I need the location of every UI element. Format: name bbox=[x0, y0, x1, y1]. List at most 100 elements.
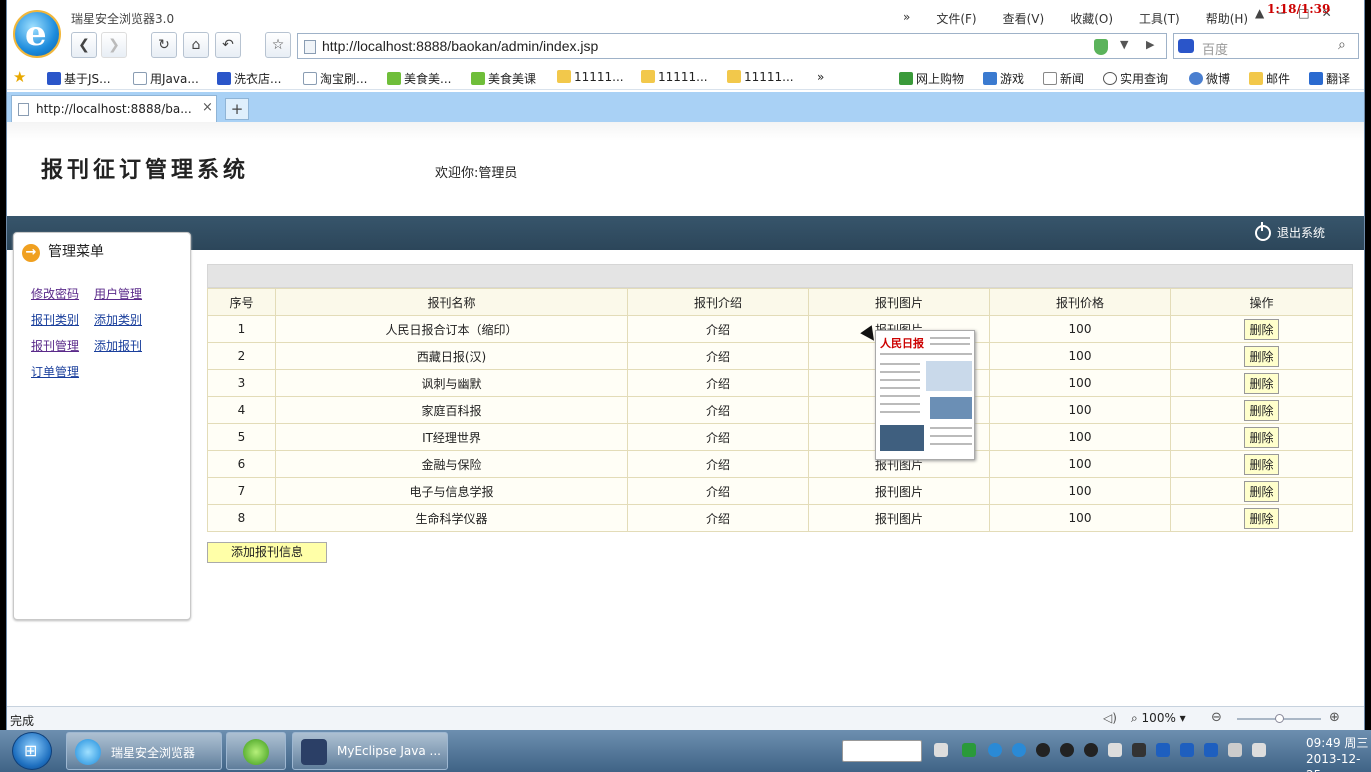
menu-file[interactable]: 文件(F) bbox=[936, 10, 976, 27]
zoom-slider-thumb[interactable] bbox=[1275, 714, 1284, 723]
qq-icon[interactable] bbox=[1036, 743, 1050, 757]
quick-link-query[interactable]: 实用查询 bbox=[1103, 70, 1168, 87]
search-icon[interactable]: ⌕ bbox=[1338, 37, 1346, 53]
delete-button[interactable]: 删除 bbox=[1244, 453, 1279, 475]
cell-intro[interactable]: 介绍 bbox=[627, 342, 809, 370]
add-periodical-button[interactable]: 添加报刊信息 bbox=[207, 542, 327, 563]
close-icon[interactable]: × bbox=[202, 100, 213, 115]
quick-link-shopping[interactable]: 网上购物 bbox=[899, 70, 964, 87]
taskbar-item-myeclipse[interactable]: MyEclipse Java ... bbox=[292, 732, 448, 770]
menu-link-user-management[interactable]: 用户管理 bbox=[94, 285, 142, 302]
delete-button[interactable]: 删除 bbox=[1244, 345, 1279, 367]
favorite-item[interactable]: 洗衣店... bbox=[217, 70, 281, 87]
tray-app-icon[interactable] bbox=[1132, 743, 1146, 757]
zoom-in-icon[interactable]: ⊕ bbox=[1329, 710, 1340, 725]
tray-app-icon[interactable] bbox=[962, 743, 976, 757]
system-clock[interactable]: 09:49 周三 2013-12-25 bbox=[1306, 735, 1371, 772]
favorite-star-button[interactable]: ☆ bbox=[265, 32, 291, 58]
security-shield-icon[interactable] bbox=[1094, 39, 1108, 55]
favorite-item[interactable]: 淘宝刷... bbox=[303, 70, 367, 87]
favorites-more[interactable]: » bbox=[817, 70, 824, 84]
delete-button[interactable]: 删除 bbox=[1244, 399, 1279, 421]
keyboard-icon[interactable] bbox=[934, 743, 948, 757]
delete-button[interactable]: 删除 bbox=[1244, 507, 1279, 529]
quick-link-weibo[interactable]: 微博 bbox=[1189, 70, 1230, 87]
zoom-out-icon[interactable]: ⊖ bbox=[1211, 710, 1222, 725]
start-button[interactable]: ⊞ bbox=[12, 732, 52, 770]
favorite-folder[interactable]: 11111... bbox=[727, 70, 794, 84]
cell-price: 100 bbox=[989, 477, 1171, 505]
search-box[interactable]: 百度 ⌕ bbox=[1173, 33, 1359, 59]
zoom-level[interactable]: ⌕ 100% ▾ bbox=[1131, 711, 1186, 726]
search-input[interactable]: 百度 bbox=[1202, 39, 1228, 58]
home-button[interactable]: ⌂ bbox=[183, 32, 209, 58]
cell-intro[interactable]: 介绍 bbox=[627, 396, 809, 424]
logout-link[interactable]: 退出系统 bbox=[1255, 222, 1325, 241]
menu-link-categories[interactable]: 报刊类别 bbox=[31, 311, 79, 328]
favorite-item[interactable]: 基于JS... bbox=[47, 70, 111, 87]
cell-image[interactable]: 报刊图片 bbox=[808, 504, 990, 532]
favorite-item[interactable]: 美食美... bbox=[387, 70, 451, 87]
undo-close-button[interactable]: ↶ bbox=[215, 32, 241, 58]
quick-link-mail[interactable]: 邮件 bbox=[1249, 70, 1290, 87]
folder-icon bbox=[557, 70, 571, 83]
tray-app-icon[interactable] bbox=[988, 743, 1002, 757]
cell-intro[interactable]: 介绍 bbox=[627, 369, 809, 397]
qq-icon[interactable] bbox=[1084, 743, 1098, 757]
taskbar-item-browser[interactable]: 瑞星安全浏览器 bbox=[66, 732, 222, 770]
cell-intro[interactable]: 介绍 bbox=[627, 450, 809, 478]
new-tab-button[interactable]: + bbox=[225, 98, 249, 120]
menu-link-periodical-management[interactable]: 报刊管理 bbox=[31, 337, 79, 354]
delete-button[interactable]: 删除 bbox=[1244, 426, 1279, 448]
tray-app-icon[interactable] bbox=[1012, 743, 1026, 757]
address-input[interactable]: http://localhost:8888/baokan/admin/index… bbox=[322, 38, 598, 54]
menu-link-change-password[interactable]: 修改密码 bbox=[31, 285, 79, 302]
shield-icon[interactable] bbox=[1204, 743, 1218, 757]
taskbar-item-green[interactable] bbox=[226, 732, 286, 770]
back-button[interactable]: ❮ bbox=[71, 32, 97, 58]
menu-favorites[interactable]: 收藏(O) bbox=[1070, 10, 1113, 27]
cell-image[interactable]: 报刊图片 bbox=[808, 477, 990, 505]
cell-intro[interactable]: 介绍 bbox=[627, 423, 809, 451]
go-icon[interactable]: ▶ bbox=[1146, 38, 1154, 51]
skin-icon[interactable]: ▲ bbox=[1255, 6, 1264, 20]
delete-button[interactable]: 删除 bbox=[1244, 372, 1279, 394]
menu-overflow-chevron[interactable]: » bbox=[903, 10, 910, 27]
cell-price: 100 bbox=[989, 423, 1171, 451]
tray-app-icon[interactable] bbox=[1180, 743, 1194, 757]
delete-button[interactable]: 删除 bbox=[1244, 480, 1279, 502]
menu-view[interactable]: 查看(V) bbox=[1003, 10, 1045, 27]
forward-button[interactable]: ❯ bbox=[101, 32, 127, 58]
menu-help[interactable]: 帮助(H) bbox=[1206, 10, 1248, 27]
tray-search-box[interactable] bbox=[842, 740, 922, 762]
network-icon[interactable] bbox=[1228, 743, 1242, 757]
quick-link-news[interactable]: 新闻 bbox=[1043, 70, 1084, 87]
qq-icon[interactable] bbox=[1060, 743, 1074, 757]
speaker-icon[interactable]: ◁) bbox=[1103, 711, 1117, 725]
quick-link-games[interactable]: 游戏 bbox=[983, 70, 1024, 87]
favorites-star-icon[interactable]: ★ bbox=[13, 68, 26, 86]
address-dropdown-icon[interactable]: ▼ bbox=[1120, 38, 1128, 51]
tab-admin-index[interactable]: http://localhost:8888/ba... × bbox=[11, 95, 217, 122]
quick-link-translate[interactable]: 翻译 bbox=[1309, 70, 1350, 87]
delete-button[interactable]: 删除 bbox=[1244, 318, 1279, 340]
favorite-folder[interactable]: 11111... bbox=[641, 70, 708, 84]
menu-link-add-category[interactable]: 添加类别 bbox=[94, 311, 142, 328]
menu-tools[interactable]: 工具(T) bbox=[1139, 10, 1180, 27]
tab-label: http://localhost:8888/ba... bbox=[36, 102, 192, 116]
favorite-folder[interactable]: 11111... bbox=[557, 70, 624, 84]
refresh-button[interactable]: ↻ bbox=[151, 32, 177, 58]
menu-link-orders[interactable]: 订单管理 bbox=[31, 363, 79, 380]
tray-app-icon[interactable] bbox=[1156, 743, 1170, 757]
favorite-item[interactable]: 用Java... bbox=[133, 70, 199, 87]
tray-app-icon[interactable] bbox=[1108, 743, 1122, 757]
zoom-slider[interactable] bbox=[1237, 714, 1321, 723]
back-icon: ❮ bbox=[78, 37, 90, 53]
address-bar[interactable]: http://localhost:8888/baokan/admin/index… bbox=[297, 33, 1167, 59]
favorite-item[interactable]: 美食美课 bbox=[471, 70, 536, 87]
menu-link-add-periodical[interactable]: 添加报刊 bbox=[94, 337, 142, 354]
cell-intro[interactable]: 介绍 bbox=[627, 477, 809, 505]
cell-intro[interactable]: 介绍 bbox=[627, 315, 809, 343]
volume-icon[interactable] bbox=[1252, 743, 1266, 757]
cell-intro[interactable]: 介绍 bbox=[627, 504, 809, 532]
